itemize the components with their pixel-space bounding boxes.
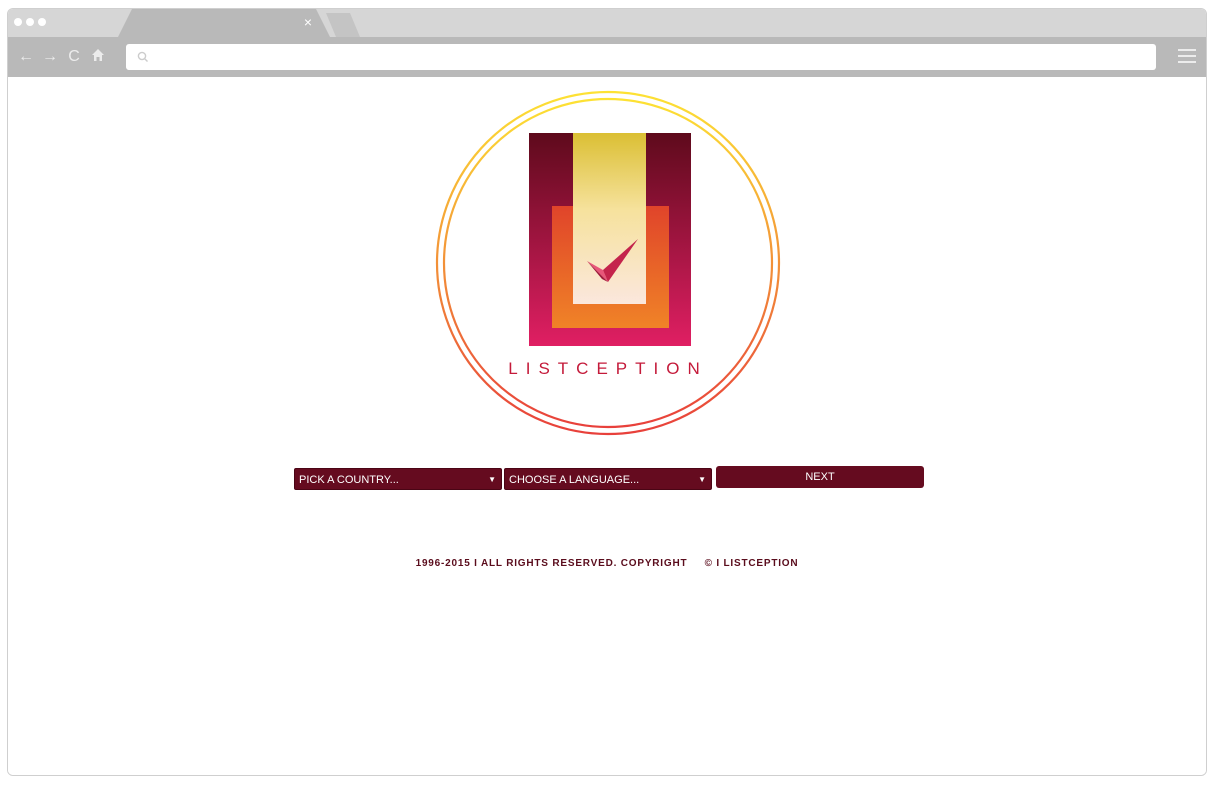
navigation-buttons: ← → C <box>18 48 106 67</box>
country-select[interactable]: PICK A COUNTRY... ▼ <box>294 468 502 490</box>
minimize-window-dot-icon[interactable] <box>26 18 34 26</box>
next-button[interactable]: NEXT <box>716 466 924 488</box>
hamburger-menu-icon[interactable] <box>1178 49 1196 65</box>
browser-toolbar: ← → C <box>8 37 1206 77</box>
title-bar: × <box>8 9 1206 37</box>
back-arrow-icon[interactable]: ← <box>18 48 34 67</box>
reload-icon[interactable]: C <box>66 48 82 67</box>
forward-arrow-icon[interactable]: → <box>42 48 58 67</box>
maximize-window-dot-icon[interactable] <box>38 18 46 26</box>
home-icon[interactable] <box>90 48 106 67</box>
tab-close-icon[interactable]: × <box>300 14 316 30</box>
new-tab-button[interactable] <box>326 13 360 37</box>
footer-text: 1996-2015 I ALL RIGHTS RESERVED. COPYRIG… <box>415 558 688 569</box>
logo-wordmark: LISTCEPTION <box>508 359 707 378</box>
language-select[interactable]: CHOOSE A LANGUAGE... ▼ <box>504 468 712 490</box>
window-controls <box>14 18 46 26</box>
browser-tab-active[interactable] <box>118 9 330 37</box>
selection-form: PICK A COUNTRY... ▼ CHOOSE A LANGUAGE...… <box>294 466 924 490</box>
browser-window: × ← → C LISTCEPTION PICK A COUNTRY... ▼ … <box>7 8 1207 776</box>
address-bar[interactable] <box>126 44 1156 70</box>
country-select-value: PICK A COUNTRY... <box>299 474 399 486</box>
dropdown-arrow-icon: ▼ <box>698 475 706 484</box>
search-icon <box>137 51 148 62</box>
dropdown-arrow-icon: ▼ <box>488 475 496 484</box>
footer-brand: © I LISTCEPTION <box>704 558 799 569</box>
language-select-value: CHOOSE A LANGUAGE... <box>509 474 640 486</box>
listception-logo: LISTCEPTION <box>435 90 781 436</box>
page-content: LISTCEPTION PICK A COUNTRY... ▼ CHOOSE A… <box>8 77 1206 775</box>
close-window-dot-icon[interactable] <box>14 18 22 26</box>
footer-copyright: 1996-2015 I ALL RIGHTS RESERVED. COPYRIG… <box>8 558 1206 569</box>
